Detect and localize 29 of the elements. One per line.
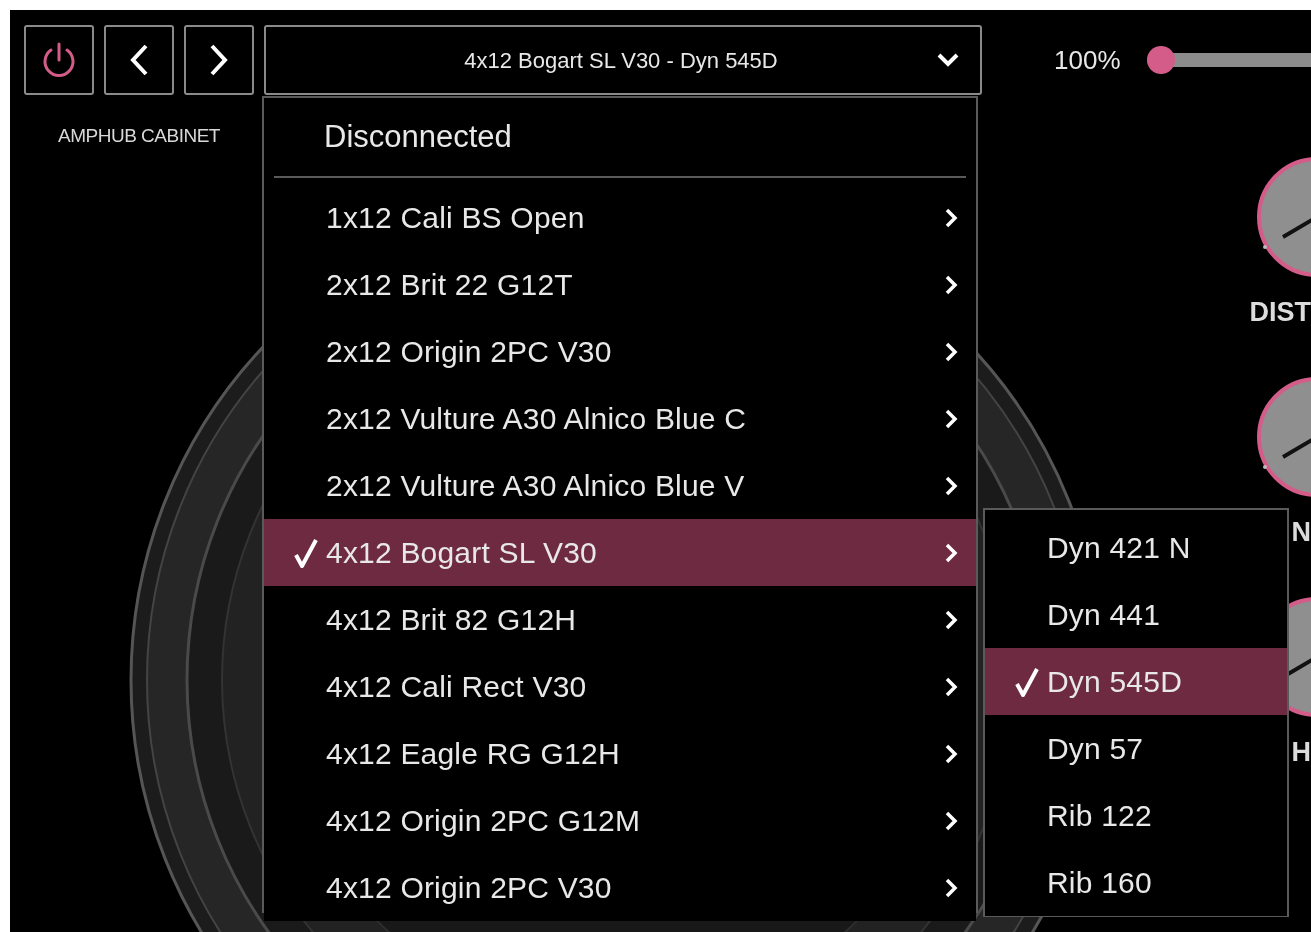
chevron-down-icon	[936, 52, 960, 68]
chevron-right-icon	[944, 809, 958, 832]
chevron-right-icon	[944, 675, 958, 698]
chevron-right-icon	[944, 474, 958, 497]
chevron-right-icon	[944, 608, 958, 631]
submenu-item[interactable]: Dyn 545D	[985, 648, 1287, 715]
knob-label: N	[1291, 517, 1311, 547]
chevron-right-icon	[944, 876, 958, 899]
preset-dropdown[interactable]: 4x12 Bogart SL V30 - Dyn 545D	[264, 25, 982, 95]
next-button[interactable]	[184, 25, 254, 95]
chevron-right-icon	[944, 273, 958, 296]
mix-reading: 100%	[1054, 43, 1121, 77]
power-button[interactable]	[24, 25, 94, 95]
knob-label: DIST	[1249, 297, 1311, 327]
knob-label: H	[1291, 737, 1311, 767]
checkmark-icon	[294, 537, 318, 568]
checkmark-icon	[1015, 666, 1039, 697]
chevron-right-icon	[944, 742, 958, 765]
chevron-right-icon	[944, 340, 958, 363]
menu-header[interactable]: Disconnected	[324, 113, 512, 161]
chevron-right-icon	[208, 43, 230, 77]
previous-button[interactable]	[104, 25, 174, 95]
slider-thumb[interactable]	[1146, 46, 1175, 74]
chevron-right-icon	[944, 206, 958, 229]
plugin-name: AMPHUB CABINET	[58, 124, 220, 148]
chevron-right-icon	[944, 407, 958, 430]
chevron-right-icon	[944, 541, 958, 564]
menu-item[interactable]: 4x12 Bogart SL V30	[264, 519, 976, 586]
chevron-left-icon	[128, 43, 150, 77]
